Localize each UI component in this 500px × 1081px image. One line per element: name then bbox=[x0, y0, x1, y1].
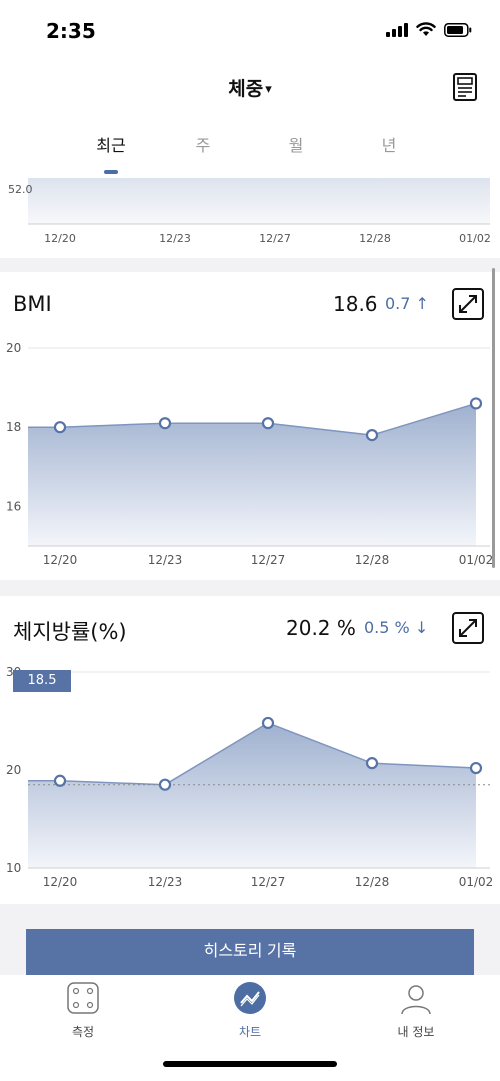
x-tick-label: 01/02 bbox=[459, 553, 494, 567]
data-point bbox=[261, 716, 275, 730]
bmi-card: BMI 18.6 0.7 ↑ 20 18 16 12/20 12/23 12/27 12/2… bbox=[0, 272, 500, 580]
y-tick-label: 20 bbox=[6, 341, 21, 355]
signal-icon bbox=[386, 22, 408, 37]
data-point bbox=[365, 757, 379, 770]
body-fat-delta: 0.5 % ↓ bbox=[364, 618, 429, 637]
y-tick-label: 10 bbox=[6, 861, 21, 875]
period-tabs: 최근 주 월 년 bbox=[0, 122, 500, 178]
data-point bbox=[158, 417, 172, 430]
weight-x-label: 01/02 bbox=[459, 232, 491, 245]
x-tick-label: 12/27 bbox=[251, 553, 286, 567]
weight-dropdown[interactable]: 체중 ▾ bbox=[0, 74, 500, 101]
tab-recent[interactable]: 최근 bbox=[81, 132, 141, 156]
y-tick-label: 16 bbox=[6, 499, 21, 513]
x-tick-label: 12/28 bbox=[355, 875, 390, 889]
status-icons bbox=[386, 22, 472, 37]
data-point bbox=[53, 774, 67, 787]
weight-chart-section: 52.0 12/20 12/23 12/27 12/28 01/02 bbox=[0, 178, 500, 258]
section-divider bbox=[0, 258, 500, 272]
nav-bar: 체중 ▾ bbox=[0, 62, 500, 112]
battery-icon bbox=[444, 22, 472, 37]
tab-indicator bbox=[104, 170, 118, 174]
y-tick-label: 20 bbox=[6, 763, 21, 777]
bmi-header: BMI 18.6 0.7 ↑ bbox=[0, 272, 500, 338]
data-point bbox=[158, 778, 172, 791]
section-divider bbox=[0, 580, 500, 596]
x-tick-label: 01/02 bbox=[459, 875, 494, 889]
scrollbar bbox=[492, 268, 495, 568]
tab-my-info-label: 내 정보 bbox=[397, 1025, 435, 1039]
chart-icon bbox=[234, 982, 266, 1014]
bmi-value: 18.6 bbox=[333, 292, 378, 316]
caret-down-icon: ▾ bbox=[265, 82, 272, 97]
tab-my-info[interactable]: 내 정보 bbox=[366, 981, 466, 1040]
body-fat-title: 체지방률(%) bbox=[13, 620, 127, 644]
tab-chart-label: 차트 bbox=[238, 1025, 262, 1039]
x-tick-label: 12/27 bbox=[251, 875, 286, 889]
bmi-chart: 20 18 16 12/20 12/23 12/27 12/28 01/02 bbox=[6, 341, 494, 567]
bmi-delta: 0.7 ↑ bbox=[385, 294, 429, 313]
tab-year[interactable]: 년 bbox=[359, 132, 419, 156]
data-point bbox=[53, 421, 67, 434]
weight-x-label: 12/23 bbox=[159, 232, 191, 245]
body-fat-header: 체지방률(%) 20.2 % 0.5 % ↓ bbox=[0, 596, 500, 662]
body-fat-value: 20.2 % bbox=[286, 616, 356, 640]
area-fill bbox=[28, 403, 476, 546]
x-tick-label: 12/20 bbox=[43, 875, 78, 889]
weight-x-label: 12/27 bbox=[259, 232, 291, 245]
x-tick-label: 12/28 bbox=[355, 553, 390, 567]
x-tick-label: 12/23 bbox=[148, 875, 183, 889]
weight-x-label: 12/28 bbox=[359, 232, 391, 245]
bmi-title: BMI bbox=[13, 292, 52, 316]
x-tick-label: 12/23 bbox=[148, 553, 183, 567]
status-time: 2:35 bbox=[46, 19, 96, 43]
weight-x-label: 12/20 bbox=[44, 232, 76, 245]
bmi-expand-icon[interactable] bbox=[452, 288, 484, 320]
scale-icon bbox=[67, 982, 99, 1014]
data-point bbox=[365, 429, 379, 442]
home-indicator bbox=[163, 1061, 337, 1067]
history-record-button[interactable]: 히스토리 기록 bbox=[26, 929, 474, 975]
page-title: 체중 bbox=[228, 78, 264, 100]
wifi-icon bbox=[416, 22, 436, 36]
data-point bbox=[261, 417, 275, 430]
status-bar: 2:35 bbox=[0, 0, 500, 62]
tab-measure-label: 측정 bbox=[71, 1025, 95, 1039]
tab-month[interactable]: 월 bbox=[266, 132, 326, 156]
weight-chart: 52.0 12/20 12/23 12/27 12/28 01/02 bbox=[8, 178, 491, 245]
data-point bbox=[469, 761, 483, 775]
body-fat-card: 체지방률(%) 20.2 % 0.5 % ↓ 30201012/2012/231… bbox=[0, 596, 500, 904]
value-tooltip: 18.5 bbox=[13, 670, 71, 692]
y-tick-label: 18 bbox=[6, 420, 21, 434]
report-icon[interactable] bbox=[450, 72, 480, 102]
tab-chart[interactable]: 차트 bbox=[200, 981, 300, 1040]
body-fat-expand-icon[interactable] bbox=[452, 612, 484, 644]
tab-week[interactable]: 주 bbox=[173, 132, 233, 156]
weight-y-tick: 52.0 bbox=[8, 183, 33, 196]
body-fat-chart: 30201012/2012/2312/2712/2801/02 bbox=[6, 665, 494, 889]
x-tick-label: 12/20 bbox=[43, 553, 78, 567]
data-point bbox=[469, 397, 483, 410]
person-icon bbox=[401, 985, 431, 1015]
tab-measure[interactable]: 측정 bbox=[33, 981, 133, 1040]
area-fill bbox=[28, 722, 476, 868]
